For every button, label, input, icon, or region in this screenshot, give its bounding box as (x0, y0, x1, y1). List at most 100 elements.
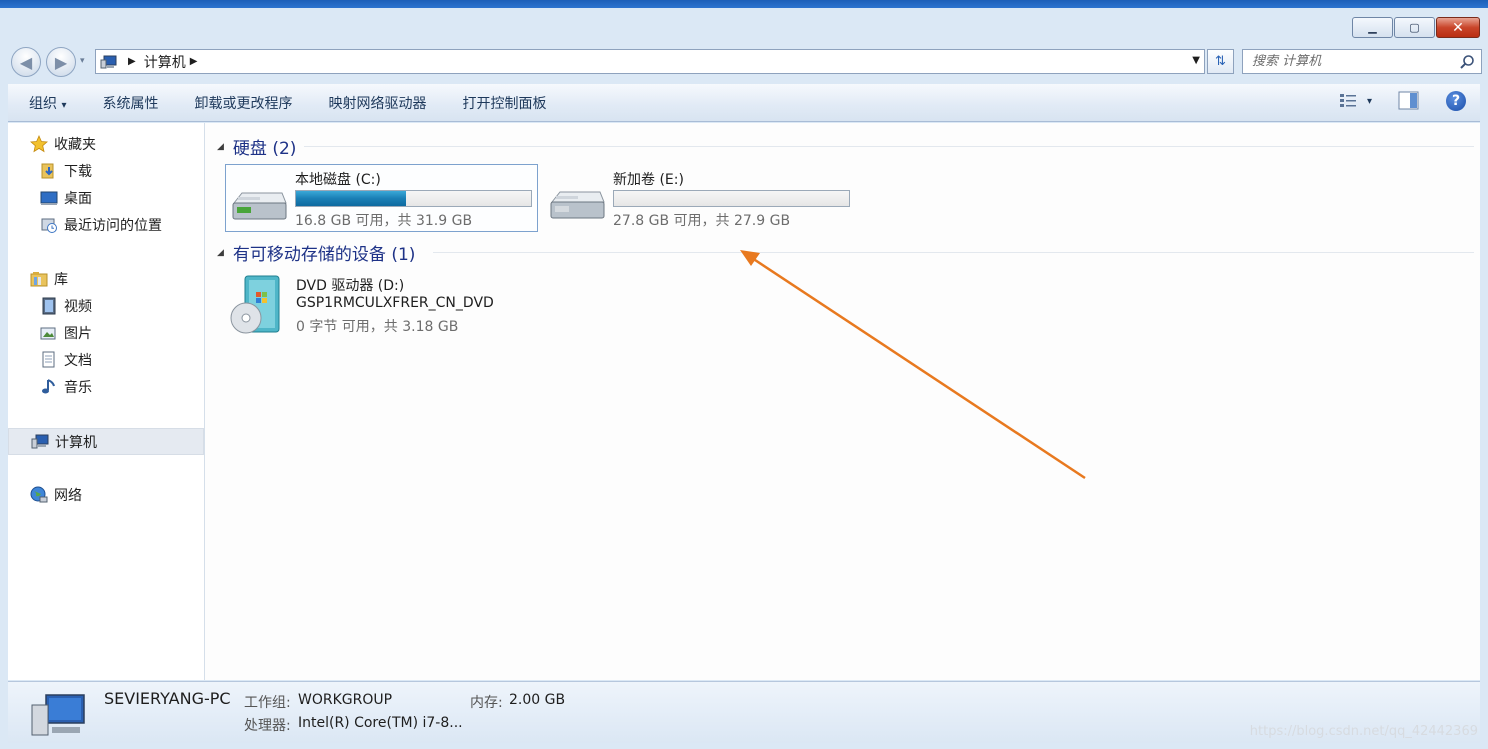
dvd-space-info: 0 字节 可用，共 3.18 GB (296, 319, 459, 335)
content-pane: ◢ 硬盘 (2) 本地磁盘 (C:) 16.8 GB 可用，共 31.9 GB … (205, 123, 1480, 680)
sidebar-item-label: 下载 (64, 163, 92, 180)
dvd-drive-tile[interactable]: DVD 驱动器 (D:) GSP1RMCULXFRER_CN_DVD 0 字节 … (225, 271, 545, 341)
minimize-button[interactable]: ▁ (1352, 17, 1393, 38)
workgroup-value: WORKGROUP (298, 692, 393, 708)
star-icon (30, 134, 48, 153)
sidebar-item-computer[interactable]: 计算机 (8, 428, 204, 455)
sidebar-item-label: 收藏夹 (54, 136, 96, 153)
search-icon[interactable] (1459, 54, 1475, 70)
network-globe-icon (30, 486, 48, 504)
maximize-button[interactable]: ▢ (1394, 17, 1435, 38)
preview-pane-icon[interactable] (1398, 91, 1420, 111)
dvd-drive-icon (230, 275, 280, 334)
forward-arrow-icon: ▶ (54, 52, 68, 72)
processor-label: 处理器: (244, 718, 291, 734)
sidebar-item-label: 视频 (64, 298, 92, 315)
drive-usage-bar (295, 190, 532, 207)
hard-drive-icon (550, 191, 605, 219)
recent-pages-dropdown[interactable]: ▾ (80, 56, 85, 66)
sidebar-item-desktop[interactable]: 桌面 (40, 185, 92, 210)
group-title: 有可移动存储的设备 (1) (232, 245, 416, 265)
dvd-drive-name: DVD 驱动器 (D:) (296, 278, 405, 294)
sidebar-item-favorites[interactable]: 收藏夹 (30, 131, 96, 156)
collapse-triangle-icon[interactable]: ◢ (217, 248, 224, 258)
downloads-folder-icon (40, 162, 58, 180)
sidebar-item-recent-places[interactable]: 最近访问的位置 (40, 212, 162, 237)
organize-menu-button[interactable]: 组织 ▾ (8, 93, 84, 113)
organize-label: 组织 (29, 95, 57, 112)
sidebar-item-label: 文档 (64, 352, 92, 369)
watermark: https://blog.csdn.net/qq_42442369 (1249, 724, 1478, 739)
drive-e-tile[interactable]: 新加卷 (E:) 27.8 GB 可用，共 27.9 GB (544, 164, 857, 232)
forward-button[interactable]: ▶ (46, 47, 76, 77)
group-header-removable-storage[interactable]: ◢ 有可移动存储的设备 (1) (217, 240, 415, 265)
back-button[interactable]: ◀ (11, 47, 41, 77)
drive-space-info: 27.8 GB 可用，共 27.9 GB (613, 213, 791, 229)
close-button[interactable]: ✕ (1436, 17, 1480, 38)
workgroup-label: 工作组: (244, 695, 291, 711)
help-icon[interactable]: ? (1446, 91, 1466, 111)
sidebar-item-label: 网络 (54, 487, 82, 504)
hard-drive-icon (232, 192, 287, 220)
pictures-icon (40, 324, 58, 342)
sidebar-item-label: 图片 (64, 325, 92, 342)
drive-name: 本地磁盘 (C:) (295, 172, 381, 188)
navigation-pane: 收藏夹 下载 桌面 最近访问的位置 库 视频 图片 文档 音乐 计算机 网络 (8, 123, 205, 680)
navigation-bar: ◀ ▶ ▾ ▶ 计算机 ▶ ▼ ⇅ (0, 44, 1488, 80)
back-arrow-icon: ◀ (19, 52, 33, 72)
sidebar-item-downloads[interactable]: 下载 (40, 158, 92, 183)
desktop-icon (40, 189, 58, 207)
sidebar-item-network[interactable]: 网络 (30, 482, 82, 507)
breadcrumb-separator-icon[interactable]: ▶ (128, 56, 136, 67)
group-title: 硬盘 (2) (232, 139, 297, 159)
refresh-button[interactable]: ⇅ (1207, 49, 1234, 74)
computer-icon (31, 433, 49, 451)
sidebar-item-label: 计算机 (55, 434, 97, 451)
group-divider (433, 252, 1474, 253)
drive-space-info: 16.8 GB 可用，共 31.9 GB (295, 213, 473, 229)
drive-name: 新加卷 (E:) (613, 172, 684, 188)
dvd-volume-label: GSP1RMCULXFRER_CN_DVD (296, 295, 494, 311)
address-dropdown-icon[interactable]: ▼ (1192, 55, 1200, 66)
libraries-icon (30, 270, 48, 288)
collapse-triangle-icon[interactable]: ◢ (217, 142, 224, 152)
change-view-icon[interactable] (1339, 92, 1361, 110)
sidebar-item-videos[interactable]: 视频 (40, 293, 92, 318)
sidebar-item-music[interactable]: 音乐 (40, 374, 92, 399)
system-properties-button[interactable]: 系统属性 (84, 93, 176, 113)
search-input[interactable] (1252, 54, 1452, 69)
computer-icon (100, 55, 117, 68)
address-bar[interactable]: ▶ 计算机 ▶ ▼ (95, 49, 1205, 74)
drive-c-tile[interactable]: 本地磁盘 (C:) 16.8 GB 可用，共 31.9 GB (225, 164, 538, 232)
breadcrumb-separator-icon[interactable]: ▶ (190, 56, 198, 67)
uninstall-programs-button[interactable]: 卸载或更改程序 (176, 93, 310, 113)
search-box[interactable] (1242, 49, 1482, 74)
computer-icon (31, 694, 85, 736)
sidebar-item-documents[interactable]: 文档 (40, 347, 92, 372)
map-network-drive-button[interactable]: 映射网络驱动器 (310, 93, 444, 113)
window-controls: ▁ ▢ ✕ (1351, 17, 1480, 38)
recent-places-icon (40, 216, 58, 234)
sidebar-item-label: 最近访问的位置 (64, 217, 162, 234)
processor-value: Intel(R) Core(TM) i7-8... (298, 715, 463, 731)
open-control-panel-button[interactable]: 打开控制面板 (444, 93, 564, 113)
music-icon (40, 378, 58, 396)
chevron-down-icon: ▾ (61, 99, 67, 111)
drive-usage-fill (296, 191, 407, 206)
documents-icon (40, 351, 58, 369)
window-top-frame (0, 0, 1488, 8)
sidebar-item-label: 桌面 (64, 190, 92, 207)
drive-usage-bar (613, 190, 850, 207)
memory-label: 内存: (470, 695, 503, 711)
view-options-dropdown-icon[interactable]: ▾ (1367, 96, 1372, 107)
group-divider (304, 146, 1474, 147)
sidebar-item-libraries[interactable]: 库 (30, 266, 68, 291)
videos-icon (40, 297, 58, 315)
group-header-hard-disks[interactable]: ◢ 硬盘 (2) (217, 134, 296, 159)
sidebar-item-label: 音乐 (64, 379, 92, 396)
sidebar-item-label: 库 (54, 271, 68, 288)
sidebar-item-pictures[interactable]: 图片 (40, 320, 92, 345)
memory-value: 2.00 GB (509, 692, 566, 708)
breadcrumb-computer[interactable]: 计算机 (144, 52, 186, 72)
computer-name: SEVIERYANG-PC (104, 689, 231, 708)
